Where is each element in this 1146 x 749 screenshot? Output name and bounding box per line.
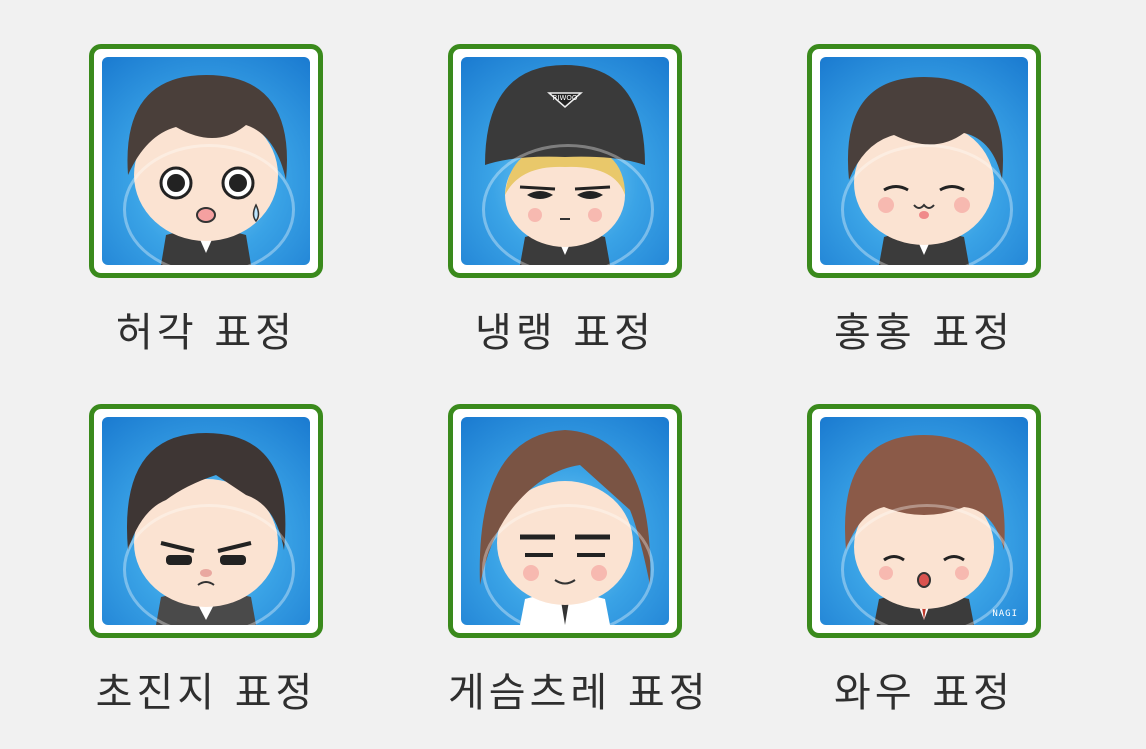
chibi-face-surprised bbox=[844, 435, 1005, 625]
card-label: 허각 표정 bbox=[116, 310, 296, 356]
card-label: 초진지 표정 bbox=[95, 670, 317, 716]
avatar-frame: NAGI bbox=[807, 404, 1041, 638]
avatar-frame bbox=[89, 404, 323, 638]
beanie bbox=[485, 65, 645, 165]
avatar-frame: RIWOO bbox=[448, 44, 682, 278]
avatar-frame bbox=[448, 404, 682, 638]
chibi-face-cold: RIWOO bbox=[485, 65, 645, 265]
card-label: 와우 표정 bbox=[834, 670, 1014, 716]
chibi-face-serious bbox=[126, 433, 286, 625]
chibi-face-shocked bbox=[127, 75, 287, 265]
artist-signature: NAGI bbox=[992, 609, 1018, 619]
suit-body bbox=[161, 229, 251, 265]
avatar-background bbox=[102, 417, 310, 625]
card-label: 게슴츠레 표정 bbox=[448, 670, 710, 716]
hair bbox=[127, 75, 287, 180]
expression-grid: 허각 표정 RIWOO 냉랭 표정 홍홍 표정 초진지 표정 게슴츠레 표정 N… bbox=[0, 0, 1146, 749]
avatar-background: RIWOO bbox=[461, 57, 669, 265]
avatar-frame bbox=[89, 44, 323, 278]
avatar-background bbox=[102, 57, 310, 265]
avatar-background bbox=[820, 57, 1028, 265]
avatar-background: NAGI bbox=[820, 417, 1028, 625]
chibi-face-sleepy bbox=[479, 430, 651, 625]
avatar-background bbox=[461, 417, 669, 625]
svg-text:RIWOO: RIWOO bbox=[553, 94, 578, 102]
chibi-face-smug bbox=[847, 77, 1004, 265]
card-label: 홍홍 표정 bbox=[834, 310, 1014, 356]
avatar-frame bbox=[807, 44, 1041, 278]
card-label: 냉랭 표정 bbox=[475, 310, 655, 356]
